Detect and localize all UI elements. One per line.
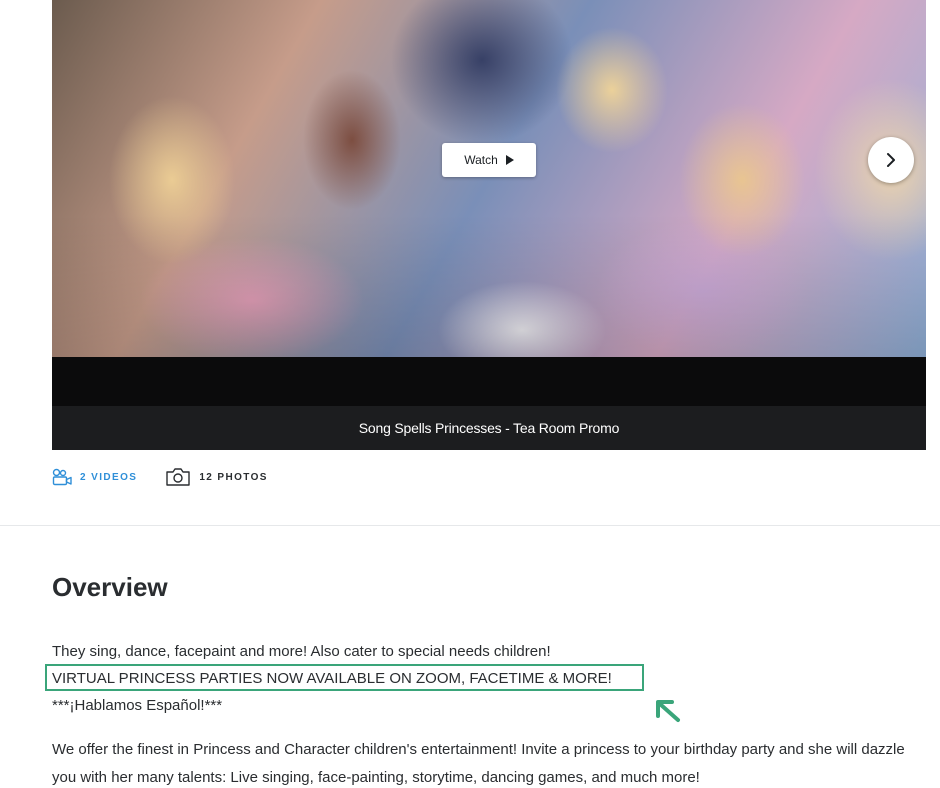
- watch-button[interactable]: Watch: [442, 143, 536, 177]
- overview-line-2: VIRTUAL PRINCESS PARTIES NOW AVAILABLE O…: [52, 670, 612, 687]
- section-divider: [0, 525, 940, 526]
- videos-count-label: 2 VIDEOS: [80, 471, 138, 483]
- overview-line-3: ***¡Hablamos Español!***: [52, 697, 223, 714]
- camera-icon: [166, 468, 191, 486]
- media-counts: 2 VIDEOS 12 PHOTOS: [52, 466, 268, 488]
- chevron-right-icon: [887, 153, 895, 167]
- videos-link[interactable]: 2 VIDEOS: [52, 468, 137, 486]
- video-caption: Song Spells Princesses - Tea Room Promo: [358, 420, 620, 436]
- overview-paragraph: We offer the finest in Princess and Char…: [52, 741, 905, 786]
- media-gallery: Watch Song Spells Princesses - Tea Room …: [52, 0, 926, 450]
- next-slide-button[interactable]: [868, 137, 914, 183]
- page: Watch Song Spells Princesses - Tea Room …: [0, 0, 940, 788]
- video-icon: [52, 468, 72, 486]
- arrow-up-left-icon: [656, 700, 680, 722]
- overview-line-1: They sing, dance, facepaint and more! Al…: [52, 643, 551, 660]
- photo-shade: [52, 0, 926, 357]
- play-icon: [505, 155, 514, 165]
- video-caption-bar: Song Spells Princesses - Tea Room Promo: [52, 406, 926, 450]
- overview-heading: Overview: [52, 572, 168, 602]
- photos-count-label: 12 PHOTOS: [199, 471, 268, 483]
- watch-label: Watch: [464, 153, 498, 167]
- photos-link[interactable]: 12 PHOTOS: [165, 467, 268, 487]
